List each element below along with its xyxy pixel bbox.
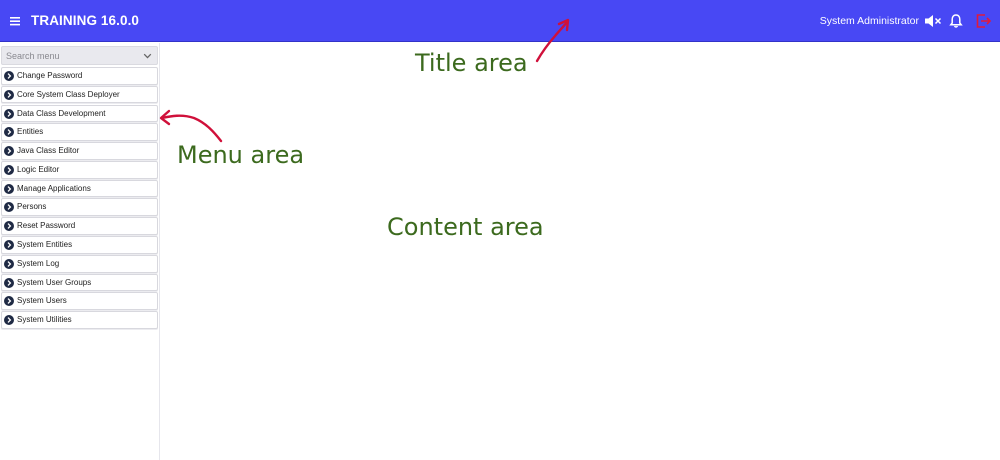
chevron-down-icon[interactable] [143,52,152,60]
menu-item-reset-password[interactable]: Reset Password [1,217,158,235]
menu-item-label: System Entities [17,240,73,250]
chevron-right-circle-icon [4,296,14,307]
chevron-right-circle-icon [4,240,14,251]
menu-item-label: Data Class Development [17,108,106,118]
search-menu-input[interactable] [6,49,136,63]
bell-icon[interactable] [949,13,963,29]
menu-item-label: Change Password [17,71,83,80]
logout-icon[interactable] [975,13,992,29]
chevron-right-circle-icon [4,89,14,100]
menu-item-entities[interactable]: Entities [1,123,158,142]
menu-item-label: Java Class Editor [17,146,80,156]
menu-item-persons[interactable]: Persons [1,198,158,217]
chevron-right-circle-icon [4,221,14,232]
chevron-right-circle-icon [4,71,14,81]
chevron-right-circle-icon [4,258,14,269]
chevron-right-circle-icon [4,183,14,194]
chevron-right-circle-icon [4,146,14,157]
menu-item-label: Persons [17,202,47,212]
menu-item-system-entities[interactable]: System Entities [1,236,158,254]
chevron-right-circle-icon [4,315,14,326]
menu-item-data-class-development[interactable]: Data Class Development [1,104,158,123]
menu-item-system-log[interactable]: System Log [1,254,158,273]
hamburger-icon[interactable] [8,12,22,30]
menu-item-change-password[interactable]: Change Password [1,67,158,85]
menu-item-logic-editor[interactable]: Logic Editor [1,160,158,179]
menu-item-label: System Users [17,296,67,306]
menu-item-java-class-editor[interactable]: Java Class Editor [1,142,158,160]
app-title: TRAINING 16.0.0 [31,13,140,28]
mute-icon[interactable] [924,14,942,28]
menu-item-manage-applications[interactable]: Manage Applications [1,179,158,198]
menu-item-core-system-class-deployer[interactable]: Core System Class Deployer [1,85,158,104]
menu-item-label: System Utilities [17,315,72,325]
title-bar: TRAINING 16.0.0 System Administrator [0,0,1000,42]
menu-item-label: Logic Editor [17,164,60,174]
menu-item-system-user-groups[interactable]: System User Groups [1,273,158,292]
menu-item-label: Manage Applications [17,183,91,193]
annotation-arrow-title [535,18,570,63]
chevron-right-circle-icon [4,277,14,288]
user-name[interactable]: System Administrator [820,15,919,27]
menu-item-label: System User Groups [17,277,92,287]
menu-item-label: Core System Class Deployer [17,89,120,99]
annotation-menu-area: Menu area [177,141,305,169]
annotation-content-area: Content area [387,213,544,241]
chevron-right-circle-icon [4,127,14,138]
menu-list: Change Password Core System Class Deploy… [1,67,158,330]
menu-item-label: Entities [17,127,44,137]
menu-item-system-utilities[interactable]: System Utilities [1,311,158,329]
chevron-right-circle-icon [4,164,14,175]
menu-item-label: Reset Password [17,221,76,231]
annotation-arrow-menu [159,109,223,143]
menu-item-system-users[interactable]: System Users [1,292,158,311]
annotation-title-area: Title area [415,49,528,77]
chevron-right-circle-icon [4,108,14,119]
menu-item-label: System Log [17,258,60,268]
menu-sidebar: Change Password Core System Class Deploy… [0,43,160,460]
search-menu-field[interactable] [1,46,158,65]
chevron-right-circle-icon [4,202,14,213]
